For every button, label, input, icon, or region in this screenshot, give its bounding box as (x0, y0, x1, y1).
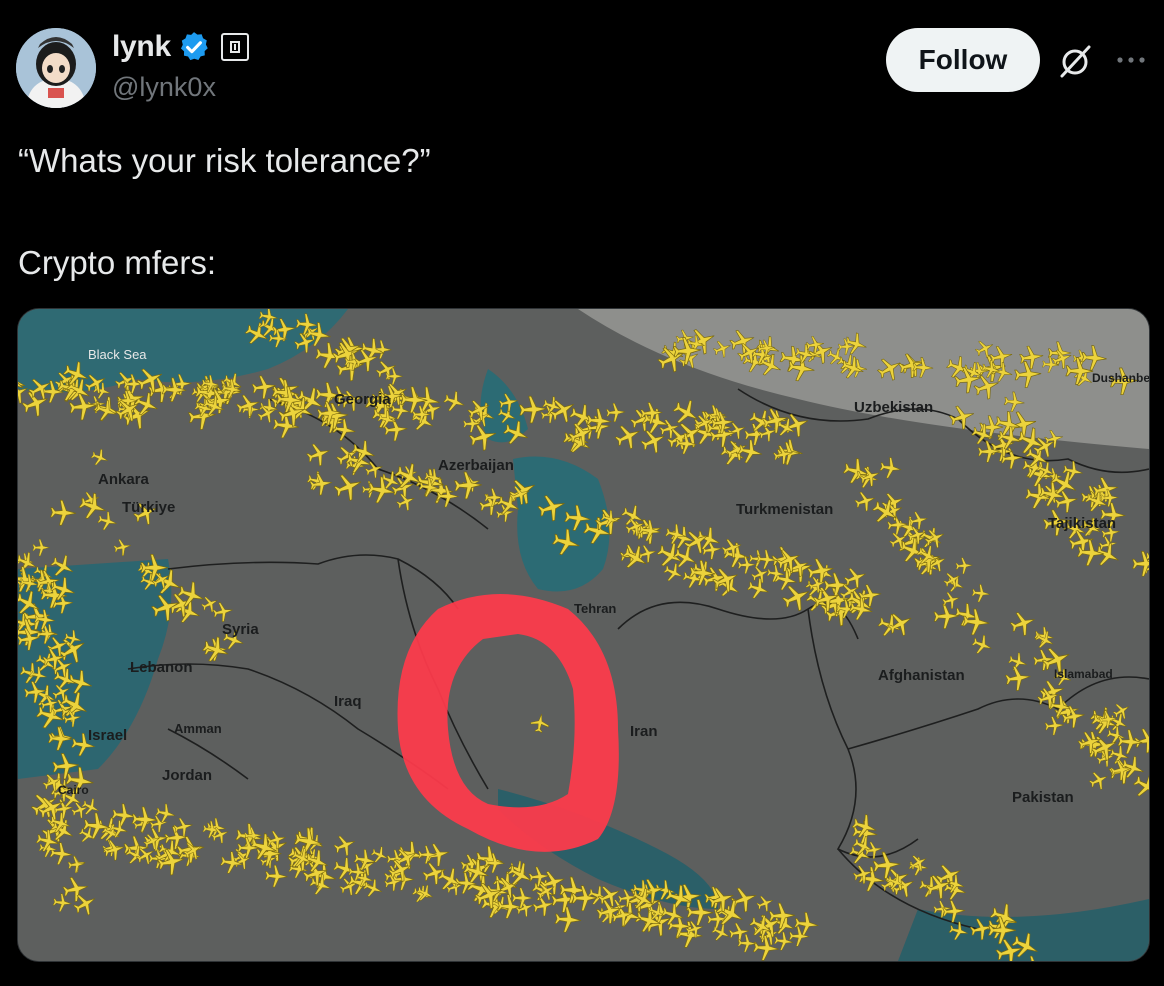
map-label-islamabad: Islamabad (1054, 667, 1113, 681)
map-label-turkmenistan: Turkmenistan (736, 501, 834, 518)
grok-icon[interactable] (1056, 42, 1094, 80)
map-label-jordan: Jordan (162, 767, 213, 784)
map-label-cairo: Cairo (58, 783, 89, 797)
more-options-icon[interactable] (1114, 48, 1148, 72)
map-label-pakistan: Pakistan (1012, 789, 1074, 806)
map-label-iraq: Iraq (334, 693, 362, 710)
map-label-afghanistan: Afghanistan (878, 667, 965, 684)
map-label-georgia: Georgia (334, 391, 391, 408)
map-label-iran: Iran (630, 723, 658, 740)
map-label-dushanbe: Dushanbe (1092, 371, 1150, 385)
map-label-syria: Syria (222, 621, 259, 638)
map-label-israel: Israel (88, 727, 128, 744)
flight-map (18, 309, 1149, 961)
follow-button[interactable]: Follow (886, 28, 1040, 92)
verified-badge-icon[interactable] (177, 30, 211, 64)
affiliate-badge-icon[interactable] (220, 33, 249, 61)
tweet-text-line-1: “Whats your risk tolerance?” (18, 142, 431, 179)
map-label-turkiye: Türkiye (122, 499, 176, 516)
map-label-lebanon: Lebanon (130, 659, 193, 676)
map-label-black-sea: Black Sea (88, 347, 147, 362)
map-label-tajikistan: Tajikistan (1048, 515, 1117, 532)
tweet-media-image[interactable]: Black Sea Georgia Azerbaijan Ankara Türk… (17, 308, 1150, 962)
author-name-row: lynk (112, 30, 249, 64)
author-avatar[interactable] (16, 28, 96, 108)
author-handle[interactable]: @lynk0x (112, 72, 216, 103)
map-label-tehran: Tehran (574, 601, 617, 616)
map-label-uzbekistan: Uzbekistan (854, 399, 934, 416)
map-label-azerbaijan: Azerbaijan (438, 457, 514, 474)
display-name[interactable]: lynk (112, 30, 171, 64)
anime-avatar-icon (16, 28, 96, 108)
map-label-ankara: Ankara (98, 471, 149, 488)
tweet-text-line-2: Crypto mfers: (18, 244, 217, 281)
map-label-amman: Amman (174, 721, 222, 736)
